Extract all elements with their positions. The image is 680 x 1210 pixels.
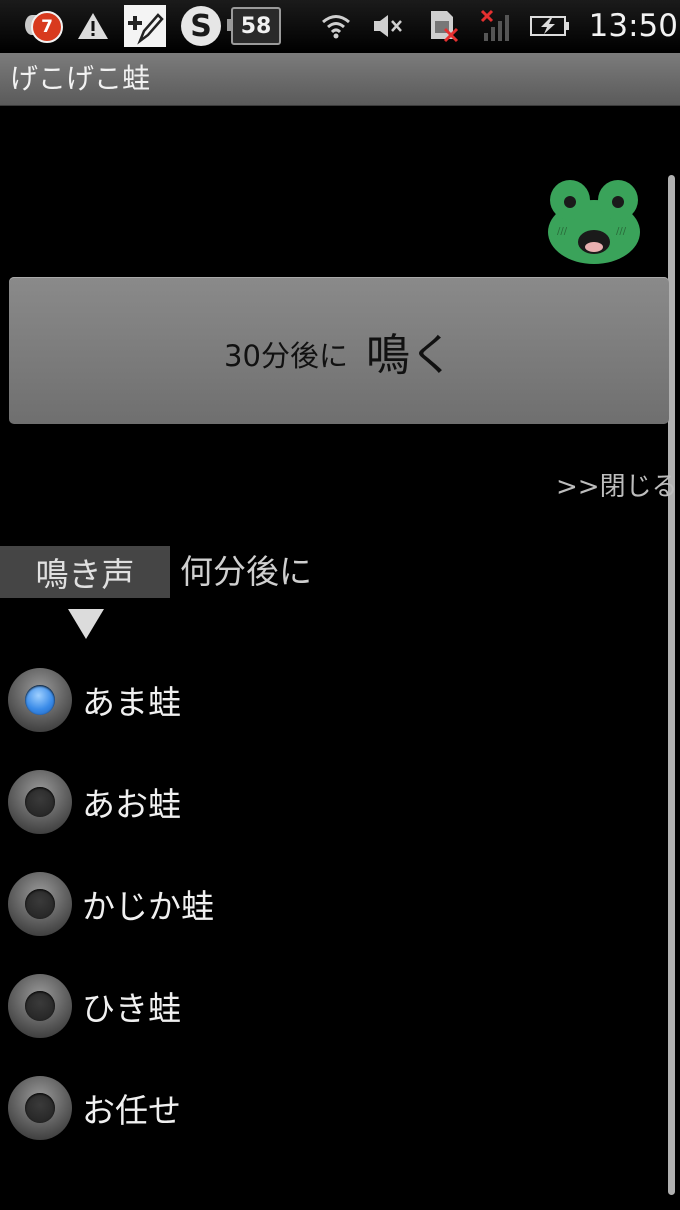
radio-button[interactable] — [8, 770, 72, 834]
sound-option-label: あお蛙 — [82, 785, 181, 824]
ring-timer-time-label: 30分後に — [224, 338, 348, 373]
skype-icon[interactable]: S — [178, 0, 224, 52]
svg-text:///: /// — [616, 226, 627, 237]
edit-icon[interactable] — [122, 0, 168, 52]
radio-button[interactable] — [8, 872, 72, 936]
sound-option-hiki[interactable]: ひき蛙 — [0, 966, 660, 1046]
sound-option-label: あま蛙 — [82, 683, 181, 722]
radio-button[interactable] — [8, 668, 72, 732]
battery-level: 58 — [227, 7, 281, 45]
no-signal-icon — [478, 0, 514, 52]
title-bar: げこげこ蛙 — [0, 53, 680, 106]
tab-minutes-later[interactable]: 何分後に — [180, 546, 312, 598]
charging-battery-icon — [528, 0, 572, 52]
close-link[interactable]: >>閉じる — [556, 466, 678, 503]
scrollbar[interactable] — [668, 175, 675, 1195]
notification-count: 7 — [31, 11, 63, 43]
tab-indicator-arrow-icon — [68, 609, 104, 639]
warning-icon[interactable] — [76, 0, 110, 52]
tab-voice[interactable]: 鳴き声 — [0, 546, 170, 598]
status-bar: 7 S 58 13:50 — [0, 0, 680, 52]
sound-option-label: お任せ — [82, 1091, 181, 1130]
sim-error-icon — [422, 0, 462, 52]
frog-icon: /// /// — [548, 180, 640, 264]
sound-option-kajika[interactable]: かじか蛙 — [0, 864, 660, 944]
sound-option-label: ひき蛙 — [82, 989, 181, 1028]
notification-badge-icon[interactable]: 7 — [22, 0, 66, 52]
ring-timer-button[interactable]: 30分後に 鳴く — [9, 277, 669, 424]
wifi-icon — [316, 0, 356, 52]
sound-option-ao[interactable]: あお蛙 — [0, 762, 660, 842]
muted-icon — [368, 0, 408, 52]
radio-button[interactable] — [8, 1076, 72, 1140]
sound-option-random[interactable]: お任せ — [0, 1068, 660, 1148]
clock: 13:50 — [588, 8, 678, 44]
ring-action-label: 鳴く — [365, 329, 454, 381]
sound-option-label: かじか蛙 — [82, 887, 214, 926]
svg-text:///: /// — [557, 226, 568, 237]
radio-button[interactable] — [8, 974, 72, 1038]
battery-indicator-icon[interactable]: 58 — [227, 0, 282, 52]
app-title: げこげこ蛙 — [10, 62, 151, 95]
sound-option-ama[interactable]: あま蛙 — [0, 660, 660, 740]
